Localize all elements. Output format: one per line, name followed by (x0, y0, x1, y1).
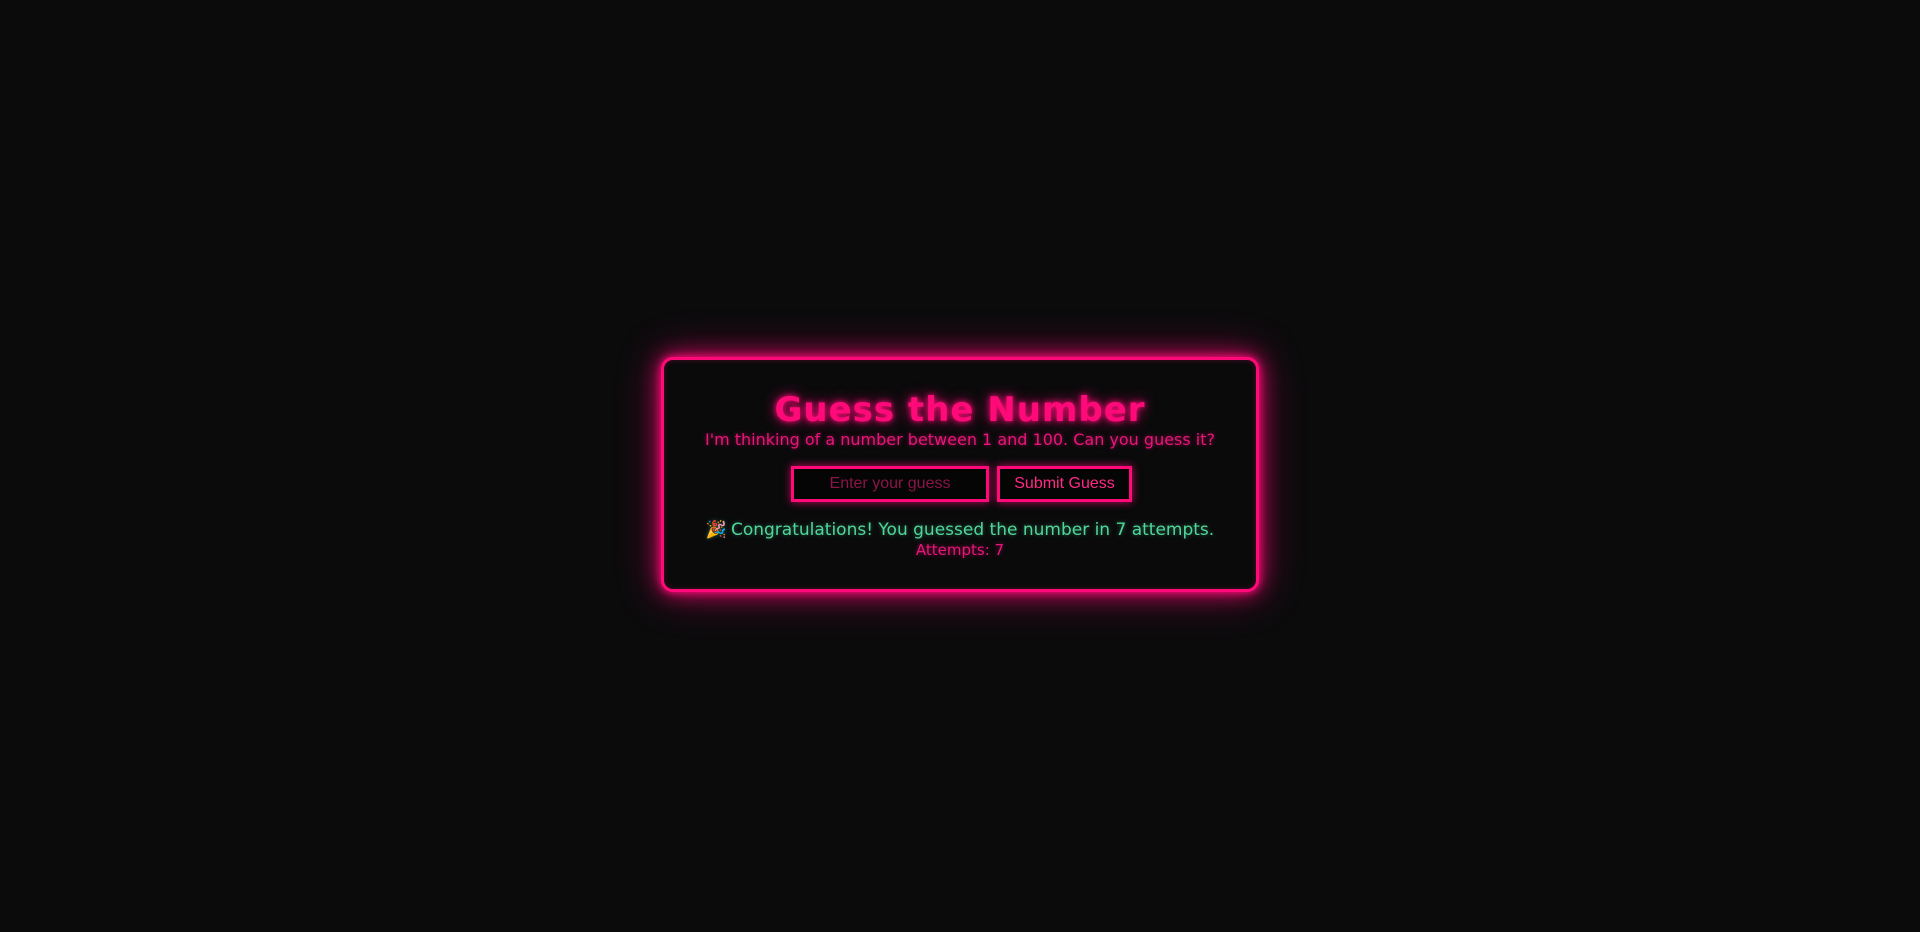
game-card: Guess the Number I'm thinking of a numbe… (661, 357, 1259, 592)
result-message-text: Congratulations! You guessed the number … (730, 520, 1215, 540)
page-title: Guess the Number (774, 390, 1146, 430)
guess-input[interactable] (791, 466, 989, 502)
submit-guess-button[interactable]: Submit Guess (997, 466, 1132, 502)
party-popper-icon: 🎉 (705, 520, 727, 540)
result-message: 🎉 Congratulations! You guessed the number… (664, 520, 1256, 540)
guess-form: Submit Guess (664, 466, 1256, 502)
game-instructions: I'm thinking of a number between 1 and 1… (704, 430, 1216, 449)
attempts-counter: Attempts: 7 (915, 541, 1005, 559)
